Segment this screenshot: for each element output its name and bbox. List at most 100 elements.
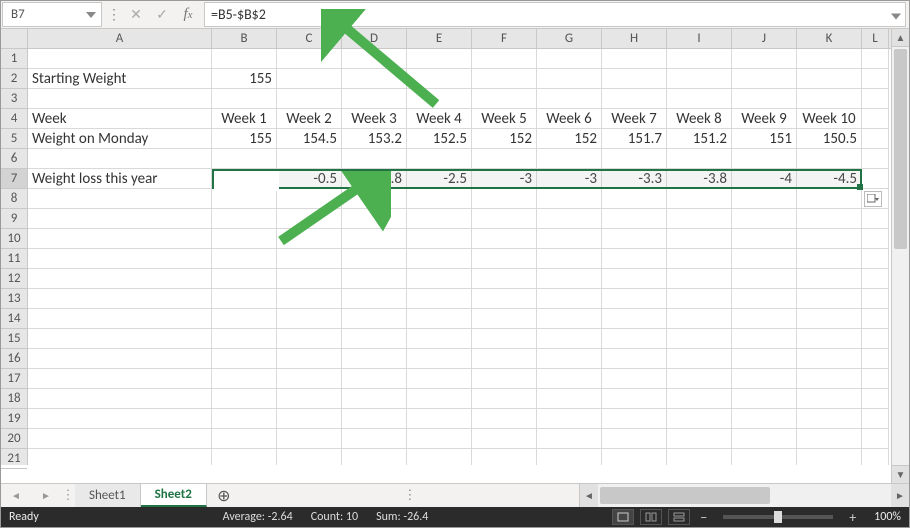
cell-F9[interactable] [472, 209, 537, 229]
cell-D6[interactable] [342, 149, 407, 169]
cell-G19[interactable] [537, 409, 602, 429]
column-header-J[interactable]: J [732, 29, 797, 48]
column-header-E[interactable]: E [407, 29, 472, 48]
accept-formula-button[interactable]: ✓ [149, 1, 175, 28]
cell-I13[interactable] [667, 289, 732, 309]
cell-D4[interactable]: Week 3 [342, 109, 407, 129]
row-header-1[interactable]: 1 [1, 49, 27, 69]
row-header-18[interactable]: 18 [1, 389, 27, 409]
sheet-tab-1[interactable]: Sheet2 [141, 484, 207, 507]
autofill-options-button[interactable] [864, 191, 882, 207]
cell-H6[interactable] [602, 149, 667, 169]
cell-C15[interactable] [277, 329, 342, 349]
cell-G14[interactable] [537, 309, 602, 329]
row-header-12[interactable]: 12 [1, 269, 27, 289]
column-header-I[interactable]: I [667, 29, 732, 48]
cell-H11[interactable] [602, 249, 667, 269]
cell-E3[interactable] [407, 89, 472, 109]
cell-H10[interactable] [602, 229, 667, 249]
column-header-C[interactable]: C [277, 29, 342, 48]
cell-I20[interactable] [667, 429, 732, 449]
cell-G11[interactable] [537, 249, 602, 269]
cell-E17[interactable] [407, 369, 472, 389]
cell-H8[interactable] [602, 189, 667, 209]
cell-K10[interactable] [797, 229, 862, 249]
cell-K8[interactable] [797, 189, 862, 209]
cell-K13[interactable] [797, 289, 862, 309]
cell-L12[interactable] [862, 269, 889, 289]
cell-L5[interactable] [862, 129, 889, 149]
cells-area[interactable]: Starting Weight155WeekWeek 1Week 2Week 3… [28, 49, 891, 465]
cell-C13[interactable] [277, 289, 342, 309]
cell-J17[interactable] [732, 369, 797, 389]
cell-B2[interactable]: 155 [212, 69, 277, 89]
cell-L15[interactable] [862, 329, 889, 349]
cell-G8[interactable] [537, 189, 602, 209]
cell-J8[interactable] [732, 189, 797, 209]
cell-I21[interactable] [667, 449, 732, 465]
cell-F5[interactable]: 152 [472, 129, 537, 149]
cell-B18[interactable] [212, 389, 277, 409]
cell-A10[interactable] [28, 229, 212, 249]
cell-F21[interactable] [472, 449, 537, 465]
cell-C16[interactable] [277, 349, 342, 369]
cell-J18[interactable] [732, 389, 797, 409]
cell-J13[interactable] [732, 289, 797, 309]
column-header-F[interactable]: F [472, 29, 537, 48]
cell-A3[interactable] [28, 89, 212, 109]
cell-B19[interactable] [212, 409, 277, 429]
zoom-level[interactable]: 100% [874, 510, 901, 524]
cell-C19[interactable] [277, 409, 342, 429]
cell-J20[interactable] [732, 429, 797, 449]
row-header-20[interactable]: 20 [1, 429, 27, 449]
cell-L11[interactable] [862, 249, 889, 269]
cell-I2[interactable] [667, 69, 732, 89]
cell-C1[interactable] [277, 49, 342, 69]
cell-J15[interactable] [732, 329, 797, 349]
cell-D18[interactable] [342, 389, 407, 409]
cell-K5[interactable]: 150.5 [797, 129, 862, 149]
cell-E5[interactable]: 152.5 [407, 129, 472, 149]
row-header-6[interactable]: 6 [1, 149, 27, 169]
cell-K17[interactable] [797, 369, 862, 389]
cell-L14[interactable] [862, 309, 889, 329]
cell-A11[interactable] [28, 249, 212, 269]
cell-G16[interactable] [537, 349, 602, 369]
name-box[interactable]: B7 [2, 2, 102, 27]
cell-H5[interactable]: 151.7 [602, 129, 667, 149]
cell-I17[interactable] [667, 369, 732, 389]
cell-F17[interactable] [472, 369, 537, 389]
cell-E7[interactable]: -2.5 [407, 169, 472, 189]
cell-I3[interactable] [667, 89, 732, 109]
cell-H1[interactable] [602, 49, 667, 69]
tab-nav-next[interactable]: ► [31, 484, 61, 507]
cell-F20[interactable] [472, 429, 537, 449]
column-header-B[interactable]: B [212, 29, 277, 48]
cell-I16[interactable] [667, 349, 732, 369]
cell-B13[interactable] [212, 289, 277, 309]
cell-H12[interactable] [602, 269, 667, 289]
cell-E4[interactable]: Week 4 [407, 109, 472, 129]
cell-E9[interactable] [407, 209, 472, 229]
cell-I9[interactable] [667, 209, 732, 229]
cell-A13[interactable] [28, 289, 212, 309]
cell-K9[interactable] [797, 209, 862, 229]
horizontal-scrollbar[interactable]: ◄ ► [579, 484, 909, 507]
cell-K12[interactable] [797, 269, 862, 289]
cell-I12[interactable] [667, 269, 732, 289]
cell-L17[interactable] [862, 369, 889, 389]
cell-J9[interactable] [732, 209, 797, 229]
cell-H3[interactable] [602, 89, 667, 109]
name-box-dropdown-icon[interactable] [83, 6, 99, 24]
cell-C5[interactable]: 154.5 [277, 129, 342, 149]
cell-J21[interactable] [732, 449, 797, 465]
cell-D7[interactable]: -1.8 [342, 169, 407, 189]
cell-D19[interactable] [342, 409, 407, 429]
cell-F19[interactable] [472, 409, 537, 429]
cell-C9[interactable] [277, 209, 342, 229]
new-sheet-button[interactable]: ⊕ [207, 484, 241, 507]
cell-G9[interactable] [537, 209, 602, 229]
cell-I18[interactable] [667, 389, 732, 409]
cell-A19[interactable] [28, 409, 212, 429]
cell-K6[interactable] [797, 149, 862, 169]
